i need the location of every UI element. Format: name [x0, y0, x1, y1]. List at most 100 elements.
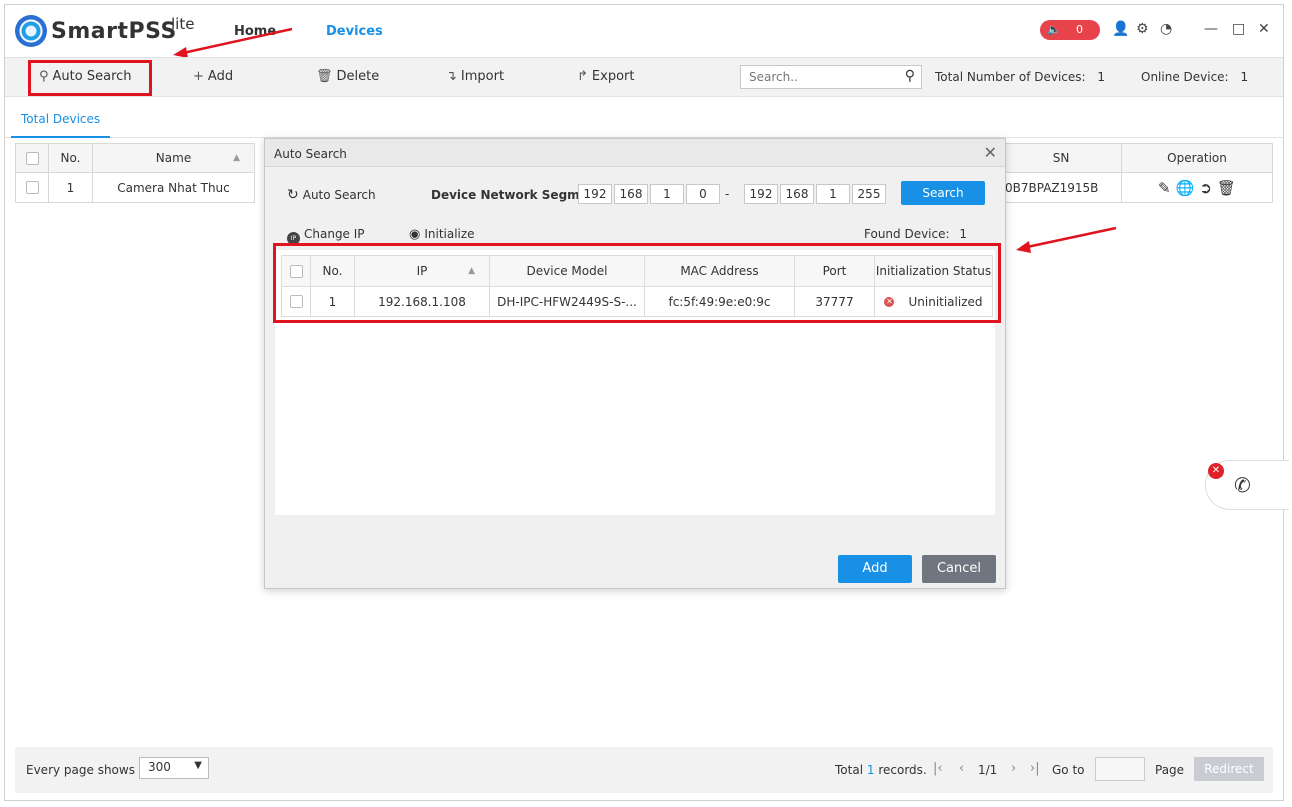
app-window: SmartPSS lite Home Devices 🔈 0 👤 ⚙ ◔ — □… [4, 4, 1289, 801]
total-records: Total 1 records. [835, 763, 927, 777]
auto-search-dialog: Auto Search ✕ ↻ Auto Search Device Networ… [264, 138, 1006, 589]
select-all-checkbox[interactable] [25, 151, 39, 165]
import-button[interactable]: ↴ Import [446, 69, 504, 84]
minimize-icon[interactable]: — [1204, 21, 1218, 37]
auto-search-label: Auto Search [52, 69, 132, 84]
auto-search-button[interactable]: ⚲ Auto Search [39, 69, 132, 84]
online-devices-label: Online Device: [1141, 70, 1229, 84]
initialize-label: Initialize [424, 227, 475, 241]
select-all-checkbox-cell [15, 143, 49, 173]
logout-icon[interactable]: ➲ [1199, 179, 1212, 197]
col-header-no[interactable]: No. [49, 143, 93, 173]
start-ip-octet-3[interactable]: 1 [650, 184, 684, 204]
nav-devices[interactable]: Devices [326, 24, 383, 39]
online-devices-stat: Online Device: 1 [1141, 70, 1248, 84]
call-widget-close-icon[interactable]: ✕ [1208, 463, 1224, 479]
total-records-count: 1 [866, 763, 875, 777]
trash-icon: 🗑 [316, 69, 333, 84]
row-checkbox[interactable] [25, 181, 39, 194]
device-search-field: ⚲ [740, 65, 922, 89]
pager-footer: Every page shows 300 ▼ Total 1 records. … [15, 747, 1273, 793]
tab-total-devices[interactable]: Total Devices [11, 98, 111, 138]
title-bar: SmartPSS lite Home Devices 🔈 0 👤 ⚙ ◔ — □… [5, 5, 1283, 57]
col-header-name-label: Name [155, 151, 192, 165]
device-row-operations: ✎ 🌐 ➲ 🗑 [1122, 173, 1273, 203]
delete-label: Delete [336, 69, 380, 84]
phone-icon: ✆ [1234, 473, 1251, 497]
total-records-prefix: Total [835, 763, 864, 777]
last-page-icon[interactable]: ›| [1030, 761, 1040, 776]
chevron-down-icon: ▼ [194, 760, 202, 771]
start-ip-octet-1[interactable]: 192 [578, 184, 612, 204]
app-name: SmartPSS [51, 19, 177, 44]
cancel-button[interactable]: Cancel [922, 555, 996, 583]
annotation-arrow-right [1026, 226, 1117, 249]
col-header-sn[interactable]: SN [1001, 143, 1122, 173]
start-ip-octet-4[interactable]: 0 [686, 184, 720, 204]
page-label: Page [1155, 763, 1185, 777]
dialog-close-icon[interactable]: ✕ [984, 143, 997, 162]
end-ip-octet-4[interactable]: 255 [852, 184, 886, 204]
alarm-count: 0 [1076, 23, 1083, 36]
export-button[interactable]: ↱ Export [577, 69, 634, 84]
dialog-auto-search-label: Auto Search [302, 188, 376, 202]
sort-asc-icon: ▲ [233, 153, 240, 163]
app-suffix: lite [171, 15, 195, 33]
device-row-name[interactable]: Camera Nhat Thuc [93, 173, 255, 203]
found-device-stat: Found Device: 1 [864, 227, 967, 241]
search-icon: ⚲ [39, 69, 49, 84]
online-devices-value: 1 [1240, 70, 1249, 84]
next-page-icon[interactable]: › [1011, 761, 1016, 776]
per-page-value: 300 [148, 760, 171, 774]
search-button[interactable]: Search [901, 181, 985, 205]
device-search-input[interactable] [741, 66, 891, 88]
edit-icon[interactable]: ✎ [1158, 179, 1171, 197]
export-label: Export [591, 69, 635, 84]
add-label: Add [207, 69, 234, 84]
search-icon[interactable]: ⚲ [905, 68, 915, 84]
col-header-name[interactable]: Name ▲ [93, 143, 255, 173]
export-icon: ↱ [577, 69, 588, 84]
import-label: Import [460, 69, 505, 84]
total-devices-stat: Total Number of Devices: 1 [935, 70, 1105, 84]
dashboard-icon[interactable]: ◔ [1160, 21, 1172, 37]
alarm-button[interactable]: 🔈 0 [1040, 20, 1100, 40]
redirect-button[interactable]: Redirect [1194, 757, 1264, 781]
globe-icon[interactable]: 🌐 [1176, 179, 1195, 197]
goto-label: Go to [1052, 763, 1085, 777]
user-icon[interactable]: 👤 [1112, 21, 1129, 37]
end-ip-octet-2[interactable]: 168 [780, 184, 814, 204]
close-icon[interactable]: ✕ [1258, 21, 1270, 37]
nav-home[interactable]: Home [234, 24, 276, 39]
dialog-title: Auto Search [274, 147, 347, 161]
row-checkbox-cell [15, 173, 49, 203]
start-ip-octet-2[interactable]: 168 [614, 184, 648, 204]
page-indicator: 1/1 [978, 763, 998, 777]
device-row-sn: 0B7BPAZ1915B [1001, 173, 1122, 203]
delete-button[interactable]: 🗑 Delete [316, 69, 379, 84]
change-ip-label: Change IP [304, 227, 365, 241]
initialize-button[interactable]: ◉ Initialize [409, 227, 475, 242]
total-devices-label: Total Number of Devices: [935, 70, 1086, 84]
speaker-icon: 🔈 [1047, 23, 1061, 36]
goto-page-input[interactable] [1095, 757, 1145, 781]
found-device-value: 1 [959, 227, 968, 241]
gear-icon[interactable]: ⚙ [1136, 21, 1149, 37]
plus-icon: + [193, 69, 204, 84]
per-page-select[interactable]: 300 ▼ [139, 757, 209, 779]
end-ip-octet-3[interactable]: 1 [816, 184, 850, 204]
segment-label: Device Network Segm... [431, 188, 594, 202]
maximize-icon[interactable]: □ [1232, 21, 1245, 37]
dialog-auto-search-button[interactable]: ↻ Auto Search [287, 187, 376, 203]
end-ip-octet-1[interactable]: 192 [744, 184, 778, 204]
add-button[interactable]: + Add [193, 69, 233, 84]
prev-page-icon[interactable]: ‹ [959, 761, 964, 776]
add-button[interactable]: Add [838, 555, 912, 583]
first-page-icon[interactable]: |‹ [933, 761, 943, 776]
toolbar: ⚲ Auto Search + Add 🗑 Delete ↴ Import ↱ Expor… [5, 57, 1283, 97]
found-device-label: Found Device: [864, 227, 950, 241]
trash-icon[interactable]: 🗑 [1217, 179, 1236, 197]
col-header-operation: Operation [1122, 143, 1273, 173]
ip-range-dash: - [725, 187, 730, 201]
total-devices-value: 1 [1097, 70, 1106, 84]
